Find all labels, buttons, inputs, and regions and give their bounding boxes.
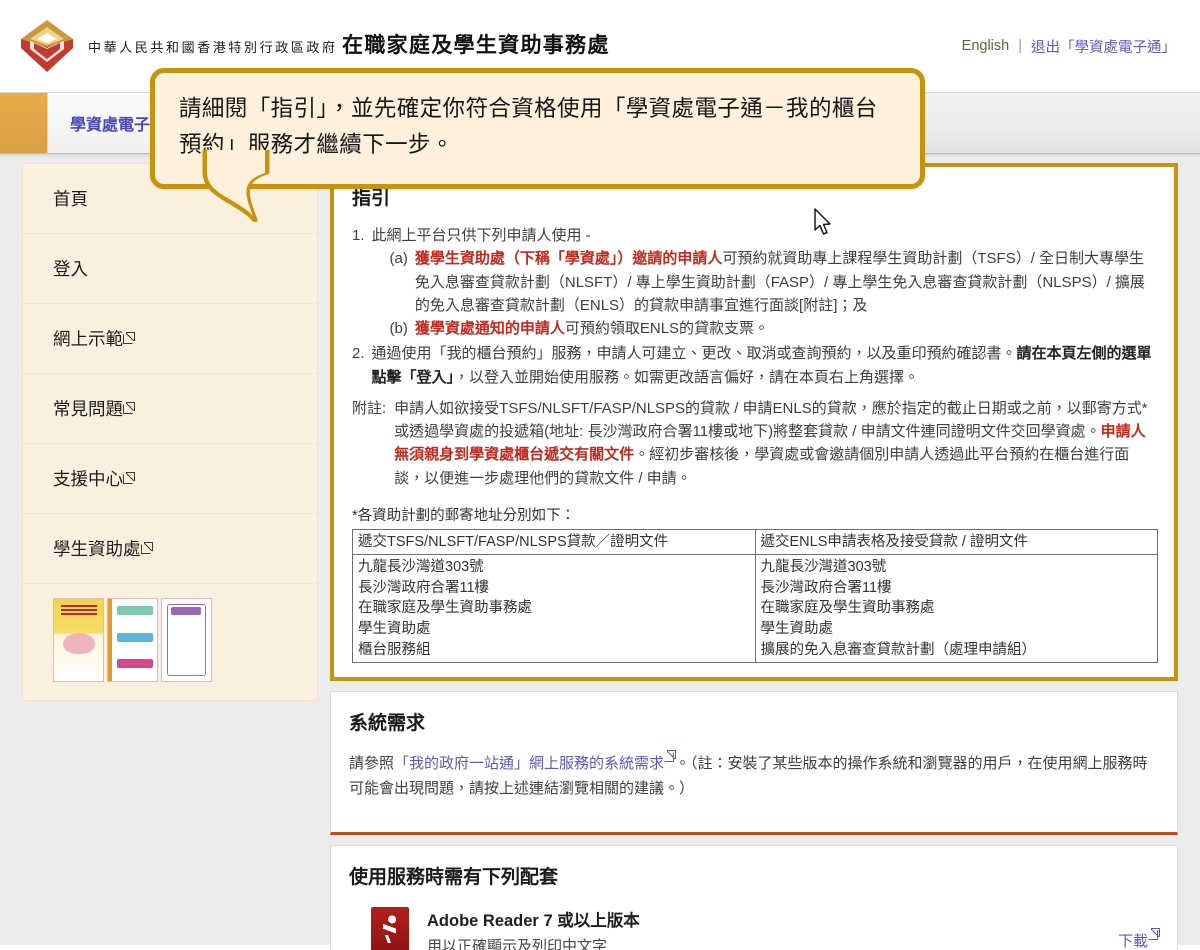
sidebar-item-faq[interactable]: 常見問題 xyxy=(23,374,317,444)
adobe-pdf-icon xyxy=(371,906,409,950)
sys-text-before: 請參照 xyxy=(349,755,395,773)
leaflet-thumbnails xyxy=(53,598,317,682)
sublist-marker: (a) xyxy=(389,250,408,268)
requirement-body: Adobe Reader 7 或以上版本 用以正確顯示及列印中文字 xyxy=(427,907,1118,950)
main-content: 指引 1. 此網上平台只供下列申請人使用 - (a) 獲學生資助處（下稱「學資處… xyxy=(318,154,1200,950)
sidebar-item-label: 支援中心 xyxy=(53,469,123,489)
brand-line-government: 中華人民共和國香港特別行政區政府 xyxy=(88,40,338,56)
sidebar-item-student-finance-office[interactable]: 學生資助處 xyxy=(23,514,317,584)
leaflet-image-2 xyxy=(107,598,158,682)
mouse-cursor xyxy=(814,208,831,235)
guidance-item-1-lead: 此網上平台只供下列申請人使用 - xyxy=(371,227,591,244)
sublist-marker: (b) xyxy=(389,320,408,337)
address-table-header-enls: 遞交ENLS申請表格及接受貸款 / 證明文件 xyxy=(754,528,1158,556)
table-row: 九龍長沙灣道303號 長沙灣政府合署11樓 在職家庭及學生資助事務處 學生資助處… xyxy=(352,554,1158,664)
address-line: 長沙灣政府合署11樓 xyxy=(358,579,490,596)
note-text-part1: 申請人如欲接受TSFS/NLSFT/FASP/NLSPS的貸款 / 申請ENLS… xyxy=(394,399,1148,440)
external-link-icon xyxy=(123,472,135,484)
list-number: 1. xyxy=(352,227,365,244)
note-label: 附註: xyxy=(352,399,387,417)
sidebar-item-label: 常見問題 xyxy=(53,399,123,419)
brand-line-department: 在職家庭及學生資助事務處 xyxy=(342,34,610,58)
address-line: 櫃台服務組 xyxy=(358,641,431,658)
guidance-note: 附註: 申請人如欲接受TSFS/NLSFT/FASP/NLSPS的貸款 / 申請… xyxy=(352,397,1158,490)
page-root: 中華人民共和國香港特別行政區政府 在職家庭及學生資助事務處 English | … xyxy=(0,0,1200,950)
external-link-icon xyxy=(123,402,135,414)
download-link-label: 下載 xyxy=(1117,932,1148,950)
leaflet-image-1 xyxy=(53,598,104,682)
sidebar-item-login[interactable]: 登入 xyxy=(23,234,317,304)
guidance-item-2: 2. 通過使用「我的櫃台預約」服務，申請人可建立、更改、取消或查詢預約，以及重印… xyxy=(352,342,1158,389)
address-line: 九龍長沙灣道303號 xyxy=(358,559,484,576)
sidebar-item-support-centre[interactable]: 支援中心 xyxy=(23,444,317,514)
callout-tail-outline xyxy=(202,150,270,222)
address-table-intro: *各資助計劃的郵寄地址分別如下： xyxy=(352,507,576,524)
brand: 中華人民共和國香港特別行政區政府 在職家庭及學生資助事務處 xyxy=(18,17,610,75)
address-line: 擴展的免入息審查貸款計劃（處理申請組） xyxy=(760,641,1037,658)
download-link[interactable]: 下載 xyxy=(1117,907,1160,950)
requirement-description: 用以正確顯示及列印中文字 xyxy=(427,937,608,950)
software-requirements-title: 使用服務時需有下列配套 xyxy=(349,866,559,888)
address-line: 在職家庭及學生資助事務處 xyxy=(760,600,935,617)
external-link-icon xyxy=(123,332,135,344)
address-cell-enls: 九龍長沙灣道303號 長沙灣政府合署11樓 在職家庭及學生資助事務處 學生資助處… xyxy=(754,554,1158,664)
sidebar-promo-banner[interactable] xyxy=(23,584,317,700)
page-body: 首頁 登入 網上示範 常見問題 支援中心 學生資助處 指引 1. 此網上平台只供… xyxy=(0,154,1200,950)
external-link-icon xyxy=(140,542,153,554)
tab-accent-block xyxy=(0,93,48,153)
language-english-link[interactable]: English xyxy=(962,38,1010,54)
sidebar-item-label: 網上示範 xyxy=(53,329,123,349)
address-cell-tsfs: 九龍長沙灣道303號 長沙灣政府合署11樓 在職家庭及學生資助事務處 學生資助處… xyxy=(352,554,756,664)
header-utility-links: English | 退出「學資處電子通」 xyxy=(962,36,1182,57)
brand-text: 中華人民共和國香港特別行政區政府 在職家庭及學生資助事務處 xyxy=(88,34,610,58)
guidance-list: 1. 此網上平台只供下列申請人使用 - (a) 獲學生資助處（下稱「學資處」）邀… xyxy=(352,224,1158,389)
sidebar-item-label: 登入 xyxy=(53,259,88,279)
guidance-1b-text: 可預約領取ENLS的貸款支票。 xyxy=(564,320,770,337)
external-link-icon xyxy=(664,750,677,763)
logout-link[interactable]: 退出「學資處電子通」 xyxy=(1031,36,1176,57)
guidance-1a-highlight: 獲學生資助處（下稱「學資處」）邀請的申請人 xyxy=(414,250,723,268)
address-line: 九龍長沙灣道303號 xyxy=(760,559,887,576)
sidebar-nav: 首頁 登入 網上示範 常見問題 支援中心 學生資助處 xyxy=(22,163,318,701)
system-requirement-panel: 系統需求 請參照「我的政府一站通」網上服務的系統需求 。（註：安裝了某些版本的操作… xyxy=(330,691,1178,835)
address-line: 長沙灣政府合署11樓 xyxy=(760,579,892,596)
sidebar-item-label: 首頁 xyxy=(53,189,88,209)
header-link-separator: | xyxy=(1018,38,1022,54)
mygovhk-system-requirement-link[interactable]: 「我的政府一站通」網上服務的系統需求 xyxy=(394,755,664,772)
leaflet-image-3 xyxy=(161,598,212,682)
guidance-item-1a: (a) 獲學生資助處（下稱「學資處」）邀請的申請人可預約就資助專上課程學生資助計… xyxy=(372,247,1158,317)
external-link-icon xyxy=(1148,927,1160,940)
address-line: 學生資助處 xyxy=(760,621,834,638)
list-item: Adobe Reader 7 或以上版本 用以正確顯示及列印中文字 下載 xyxy=(349,906,1160,950)
address-table-header-row: 遞交TSFS/NLSFT/FASP/NLSPS貸款／證明文件 遞交ENLS申請表… xyxy=(352,528,1158,556)
guidance-item-1b: (b) 獲學資處通知的申請人可預約領取ENLS的貸款支票。 xyxy=(372,317,1158,340)
requirement-name: Adobe Reader 7 或以上版本 xyxy=(427,911,640,930)
guidance-1b-highlight: 獲學資處通知的申請人 xyxy=(414,320,565,337)
guidance-sublist: (a) 獲學生資助處（下稱「學資處」）邀請的申請人可預約就資助專上課程學生資助計… xyxy=(372,247,1158,340)
government-logo-icon xyxy=(18,17,76,75)
address-line: 在職家庭及學生資助事務處 xyxy=(358,600,532,617)
sidebar-item-label: 學生資助處 xyxy=(53,539,141,559)
address-table-header-tsfs: 遞交TSFS/NLSFT/FASP/NLSPS貸款／證明文件 xyxy=(352,528,756,556)
list-number: 2. xyxy=(352,345,365,363)
sidebar-item-online-demo[interactable]: 網上示範 xyxy=(23,304,317,374)
system-requirement-title: 系統需求 xyxy=(349,713,426,735)
system-requirement-text: 請參照「我的政府一站通」網上服務的系統需求 。（註：安裝了某些版本的操作系統和瀏覽… xyxy=(349,750,1159,801)
guidance-2-text-part2: ，以登入並開始使用服務。如需更改語言偏好，請在本頁右上角選擇。 xyxy=(454,368,920,386)
software-requirements-panel: 使用服務時需有下列配套 Adobe Reader 7 或以上版本 用以正確顯示及… xyxy=(330,844,1178,950)
address-table: 遞交TSFS/NLSFT/FASP/NLSPS貸款／證明文件 遞交ENLS申請表… xyxy=(352,528,1158,664)
address-line: 學生資助處 xyxy=(358,621,431,638)
guidance-item-1: 1. 此網上平台只供下列申請人使用 - (a) 獲學生資助處（下稱「學資處」）邀… xyxy=(352,224,1158,340)
guidance-panel: 指引 1. 此網上平台只供下列申請人使用 - (a) 獲學生資助處（下稱「學資處… xyxy=(330,163,1178,682)
guidance-2-text-part1: 通過使用「我的櫃台預約」服務，申請人可建立、更改、取消或查詢預約，以及重印預約確… xyxy=(371,345,1017,363)
